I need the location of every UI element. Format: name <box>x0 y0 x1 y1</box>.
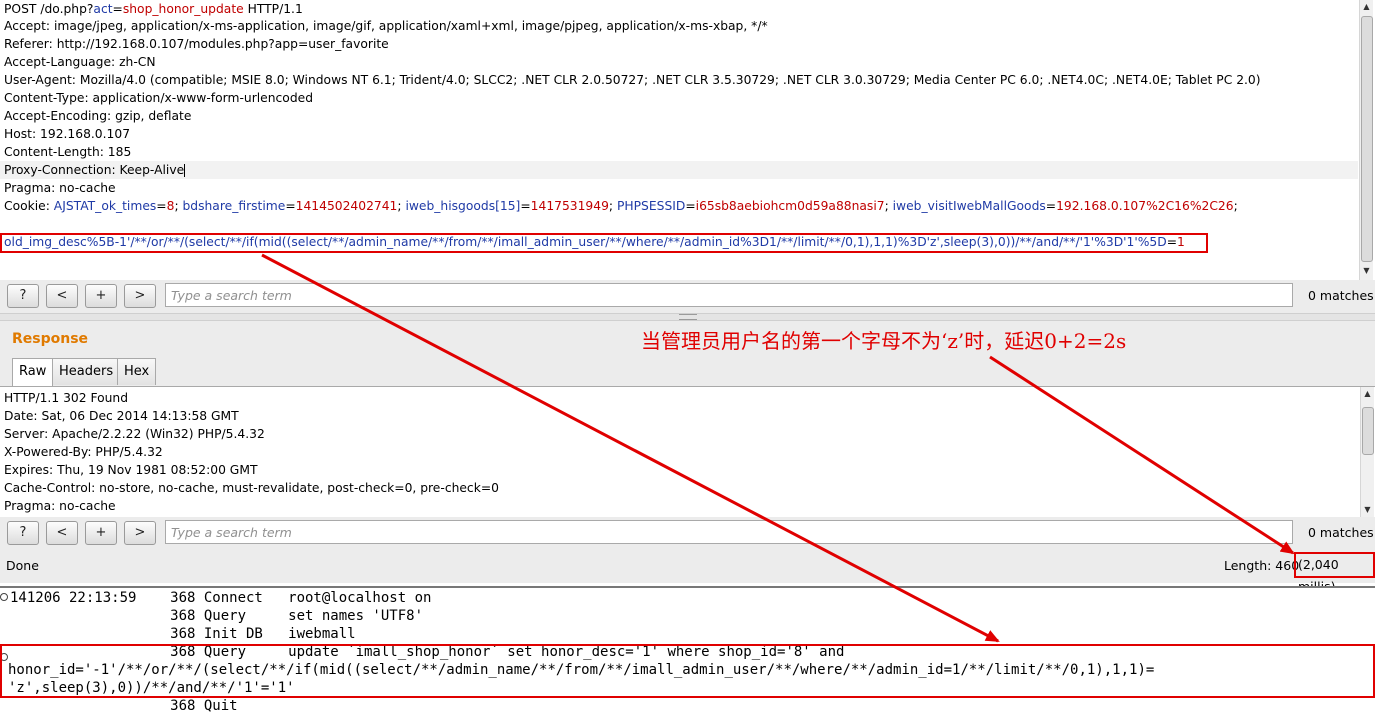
highlight-log-box <box>0 644 1375 698</box>
response-header-line: Pragma: no-cache <box>4 499 116 513</box>
search-input[interactable]: Type a search term <box>165 520 1293 544</box>
highlight-payload-box <box>0 233 1208 253</box>
cookie-list: AJSTAT_ok_times=8; bdshare_firstime=1414… <box>53 199 1238 213</box>
previous-button[interactable]: < <box>46 521 78 545</box>
next-button[interactable]: > <box>124 284 156 308</box>
header-host: Host: 192.168.0.107 <box>4 127 131 141</box>
scroll-up-icon[interactable]: ▲ <box>1360 0 1373 14</box>
header-proxy-connection: Proxy-Connection: Keep-Alive <box>0 161 1358 179</box>
response-scrollbar[interactable]: ▲ ▼ <box>1360 387 1374 518</box>
split-divider[interactable] <box>0 313 1375 321</box>
header-cookie: Cookie: AJSTAT_ok_times=8; bdshare_first… <box>4 199 1238 213</box>
scroll-thumb[interactable] <box>1361 16 1373 262</box>
request-scrollbar[interactable]: ▲ ▼ <box>1359 0 1373 280</box>
split-grip-icon[interactable] <box>679 314 697 320</box>
cookie-name: PHPSESSID <box>616 199 686 213</box>
response-header-line: Server: Apache/2.2.22 (Win32) PHP/5.4.32 <box>4 427 265 441</box>
response-header-line: Date: Sat, 06 Dec 2014 14:13:58 GMT <box>4 409 239 423</box>
next-button[interactable]: > <box>124 521 156 545</box>
add-button[interactable]: + <box>85 284 117 308</box>
log-line: 141206 22:13:59 368 Connect root@localho… <box>10 590 432 606</box>
header-accept: Accept: image/jpeg, application/x-ms-app… <box>4 19 768 33</box>
response-header-line: X-Powered-By: PHP/5.4.32 <box>4 445 163 459</box>
response-viewer[interactable]: HTTP/1.1 302 Found Date: Sat, 06 Dec 201… <box>0 386 1375 519</box>
cookie-value: 1414502402741 <box>295 199 398 213</box>
help-button[interactable]: ? <box>7 284 39 308</box>
match-count: 0 matches <box>1308 525 1374 540</box>
scroll-down-icon[interactable]: ▼ <box>1361 503 1374 517</box>
request-search-bar: ? < + > Type a search term 0 matches <box>0 280 1375 313</box>
response-title: Response <box>12 331 89 347</box>
tab-hex[interactable]: Hex <box>117 358 157 385</box>
header-pragma: Pragma: no-cache <box>4 181 116 195</box>
header-user-agent: User-Agent: Mozilla/4.0 (compatible; MSI… <box>4 73 1261 87</box>
header-accept-encoding: Accept-Encoding: gzip, deflate <box>4 109 192 123</box>
header-referer: Referer: http://192.168.0.107/modules.ph… <box>4 37 389 51</box>
match-count: 0 matches <box>1308 288 1374 303</box>
cookie-name: iweb_hisgoods[15] <box>405 199 521 213</box>
help-button[interactable]: ? <box>7 521 39 545</box>
response-time: (2,040 millis) <box>1294 552 1375 594</box>
text-cursor <box>184 164 186 177</box>
previous-button[interactable]: < <box>46 284 78 308</box>
response-status-line: HTTP/1.1 302 Found <box>4 391 129 405</box>
log-line: 368 Init DB iwebmall <box>10 626 356 642</box>
line-marker-icon <box>0 593 8 601</box>
status-bar: Done Length: 460 (2,040 millis) <box>0 549 1375 594</box>
search-input[interactable]: Type a search term <box>165 283 1293 307</box>
scroll-up-icon[interactable]: ▲ <box>1361 387 1374 401</box>
status-text: Done <box>6 558 39 573</box>
header-accept-language: Accept-Language: zh-CN <box>4 55 156 69</box>
annotation-text: 当管理员用户名的第一个字母不为‘z’时，延迟0+2=2s <box>641 329 1127 353</box>
header-content-length: Content-Length: 185 <box>4 145 132 159</box>
scroll-down-icon[interactable]: ▼ <box>1360 264 1373 278</box>
header-content-type: Content-Type: application/x-www-form-url… <box>4 91 314 105</box>
response-header-line: Expires: Thu, 19 Nov 1981 08:52:00 GMT <box>4 463 258 477</box>
log-line: 368 Quit <box>10 698 238 714</box>
cookie-value: 1417531949 <box>530 199 609 213</box>
tab-headers[interactable]: Headers <box>52 358 121 385</box>
log-line: 368 Query set names 'UTF8' <box>10 608 424 624</box>
cookie-value: 192.168.0.107%2C16%2C26 <box>1056 199 1234 213</box>
add-button[interactable]: + <box>85 521 117 545</box>
response-length: Length: 460 <box>1224 558 1300 573</box>
cookie-name: bdshare_firstime <box>182 199 286 213</box>
cookie-value: i65sb8aebiohcm0d59a88nasi7 <box>695 199 885 213</box>
request-line: POST /do.php?act=shop_honor_update HTTP/… <box>4 2 303 16</box>
tab-raw[interactable]: Raw <box>12 358 54 386</box>
scroll-thumb[interactable] <box>1362 407 1374 455</box>
cookie-name: AJSTAT_ok_times <box>53 199 157 213</box>
cookie-name: iweb_visitIwebMallGoods <box>892 199 1046 213</box>
response-header-line: Cache-Control: no-store, no-cache, must-… <box>4 481 499 495</box>
response-search-bar: ? < + > Type a search term 0 matches <box>0 517 1375 550</box>
